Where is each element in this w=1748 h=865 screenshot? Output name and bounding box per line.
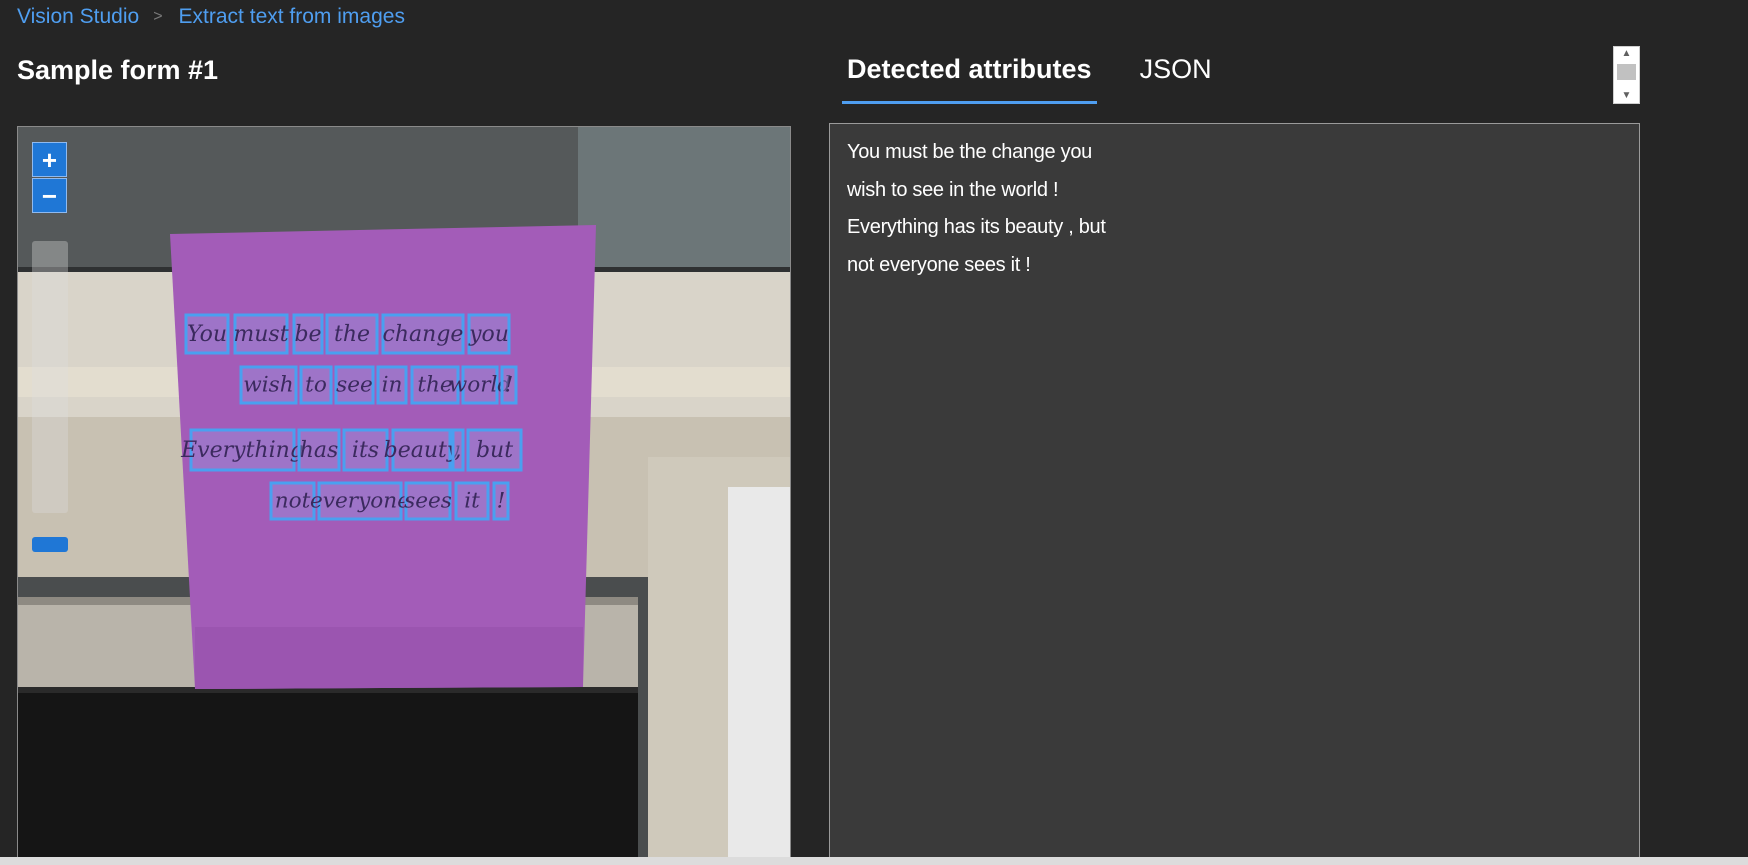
zoom-slider-track[interactable] xyxy=(32,241,68,513)
handwritten-word: beauty xyxy=(384,438,460,463)
result-tabs: Detected attributes JSON xyxy=(842,48,1255,104)
handwritten-word: in xyxy=(382,372,403,397)
handwritten-word: it xyxy=(464,488,480,513)
handwritten-word: wish xyxy=(243,372,293,397)
handwritten-word: sees xyxy=(404,488,452,513)
scroll-down-arrow-icon[interactable]: ▼ xyxy=(1614,89,1639,103)
tabs-scrollbar[interactable]: ▲ ▼ xyxy=(1613,46,1640,104)
handwritten-word: Everything xyxy=(180,438,304,463)
handwritten-word: everyone xyxy=(310,488,410,513)
bottom-scrollbar[interactable] xyxy=(0,857,1748,865)
detected-line: You must be the change you xyxy=(847,141,1092,163)
detected-line: Everything has its beauty , but xyxy=(847,216,1106,238)
detected-line: not everyone sees it ! xyxy=(847,253,1031,276)
handwritten-word: must xyxy=(233,322,288,347)
tab-json[interactable]: JSON xyxy=(1135,48,1217,104)
scroll-thumb[interactable] xyxy=(1617,64,1636,80)
handwritten-word: you xyxy=(468,322,509,347)
scroll-up-arrow-icon[interactable]: ▲ xyxy=(1614,47,1639,61)
detected-line: wish to see in the world ! xyxy=(847,178,1059,201)
image-viewer[interactable]: You must be the change you wish to see in the world… xyxy=(17,126,791,865)
sample-title: Sample form #1 xyxy=(17,55,219,85)
handwritten-word: change xyxy=(383,322,464,347)
breadcrumb-extract-text[interactable]: Extract text from images xyxy=(179,5,405,29)
handwritten-word: the xyxy=(417,372,452,397)
handwritten-word: You xyxy=(187,322,227,347)
zoom-out-button[interactable]: − xyxy=(32,178,67,213)
handwritten-word: but xyxy=(476,438,513,463)
breadcrumb-vision-studio[interactable]: Vision Studio xyxy=(17,5,139,29)
handwritten-word: not xyxy=(275,488,311,513)
handwritten-word: see xyxy=(336,372,373,397)
page: Vision Studio > Extract text from images… xyxy=(0,0,1748,865)
detected-text-panel: You must be the change you wish to see i… xyxy=(829,123,1640,865)
handwritten-word: be xyxy=(294,322,321,347)
tab-detected-attributes[interactable]: Detected attributes xyxy=(842,48,1097,104)
handwritten-word: to xyxy=(305,372,327,397)
breadcrumb: Vision Studio > Extract text from images xyxy=(17,4,405,30)
zoom-in-button[interactable]: + xyxy=(32,142,67,177)
breadcrumb-separator-icon: > xyxy=(153,8,163,25)
handwritten-word: its xyxy=(352,438,379,463)
handwritten-word: ! xyxy=(505,372,514,397)
sample-photo: You must be the change youwish to see in theworld… xyxy=(18,127,790,865)
handwritten-word: , xyxy=(455,438,462,463)
zoom-slider-thumb[interactable] xyxy=(32,537,68,552)
handwritten-word: has xyxy=(300,438,339,463)
handwritten-word: the xyxy=(334,322,370,347)
handwritten-word: ! xyxy=(497,488,506,513)
